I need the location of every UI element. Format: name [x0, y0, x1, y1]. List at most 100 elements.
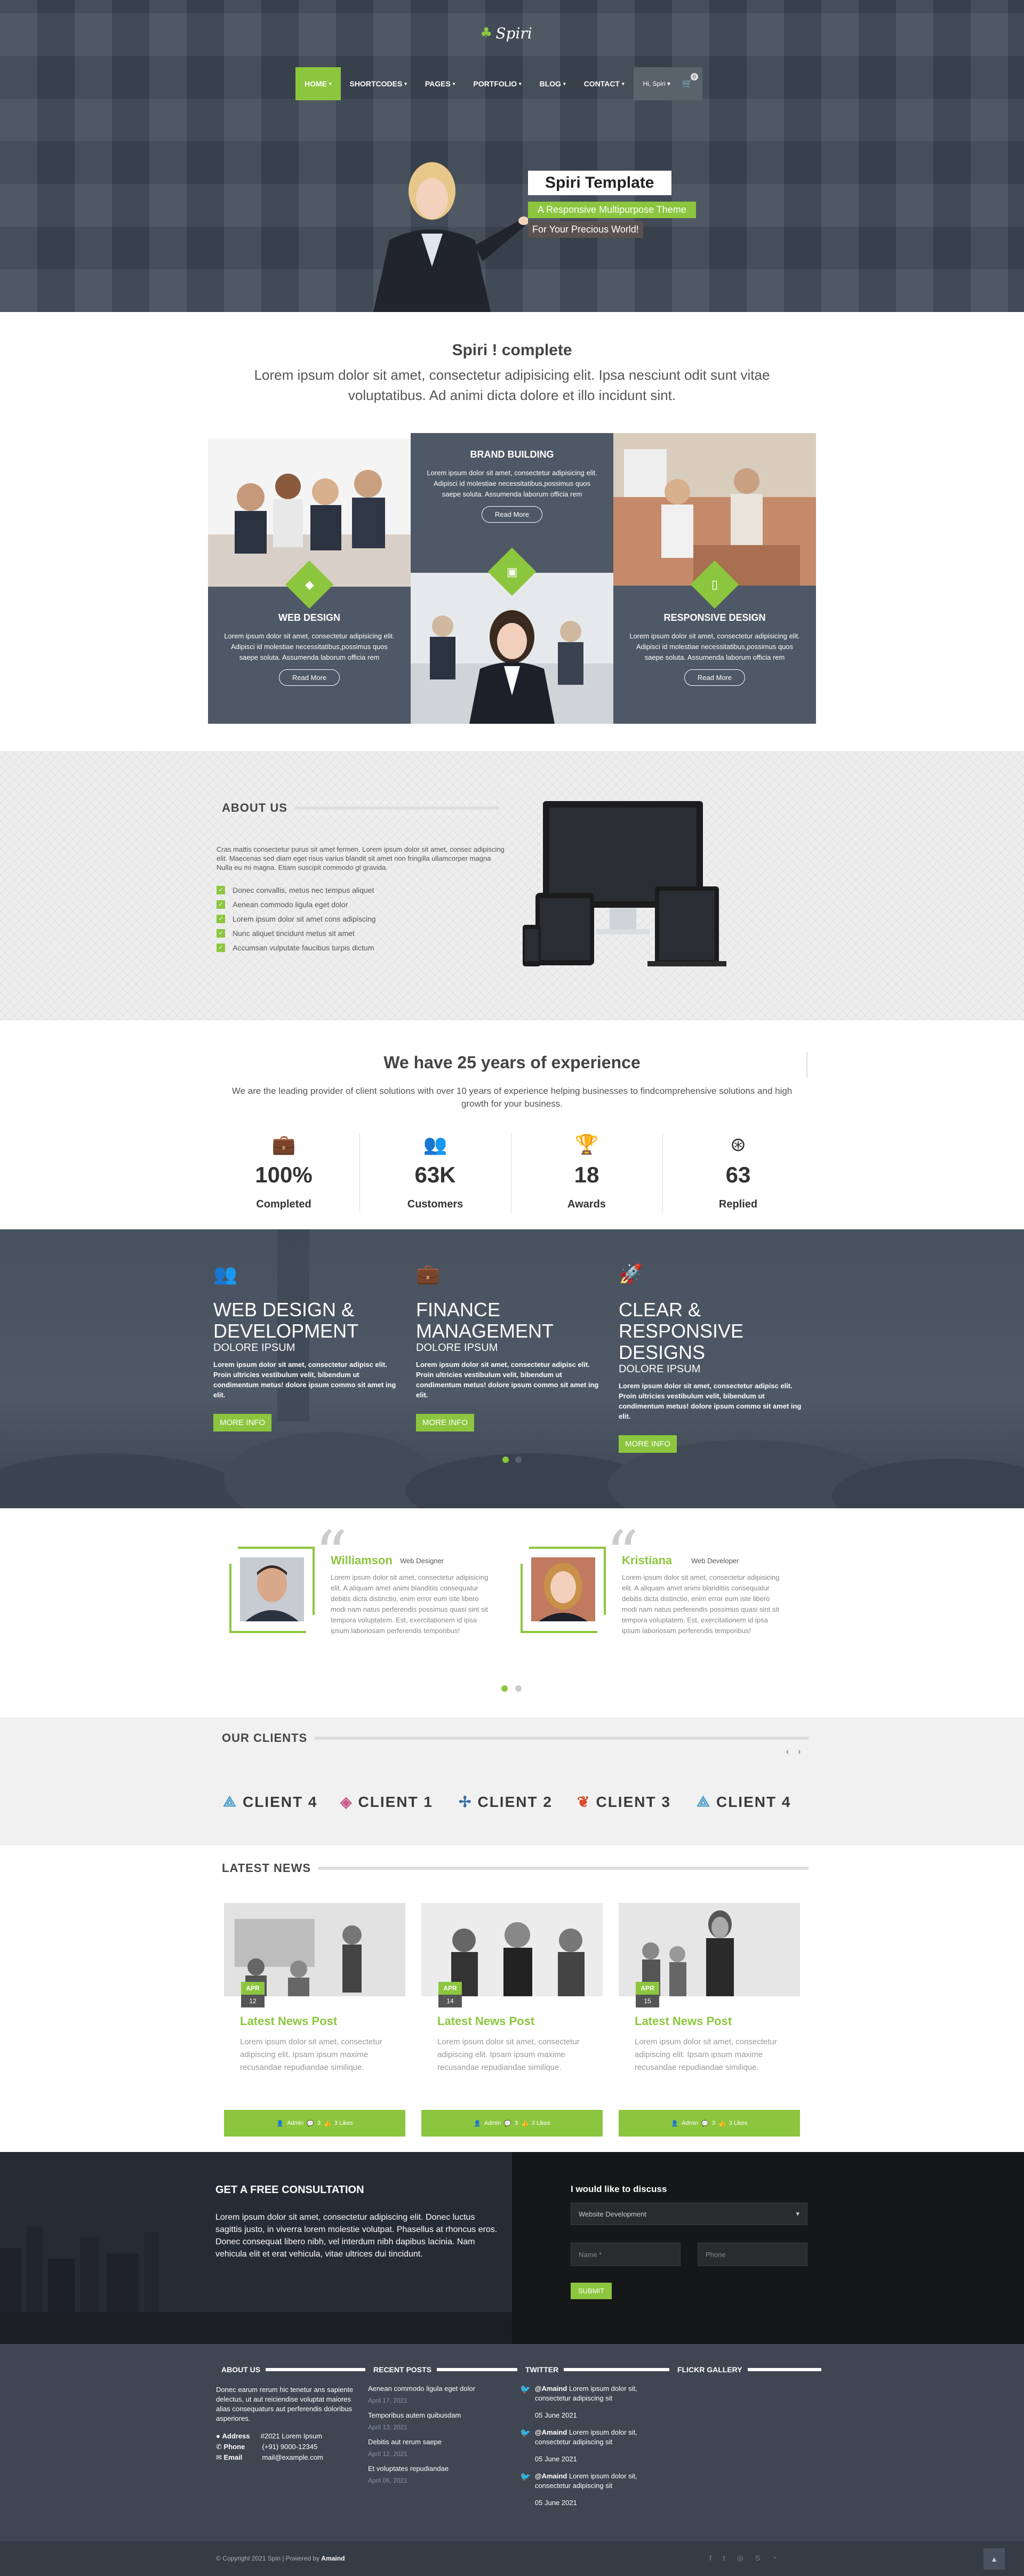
thumbs-up-icon: 👍 [718, 2120, 726, 2127]
about-section [0, 751, 1024, 1020]
news-title: Latest News [222, 1861, 809, 1875]
list-item: Aenean commodo ligula eget dolor April 17… [368, 2384, 501, 2411]
consult-title: Get a free consultation [215, 2184, 364, 2196]
news-meta-bar: 👤 Admin 💬 3 👍 3 Likes [619, 2110, 800, 2137]
list-item: ✓ Accumsan vulputate faucibus turpis dict… [217, 940, 494, 955]
intro-text: Lorem ipsum dolor sit amet, consectetur … [254, 367, 770, 403]
client-logo[interactable]: ⟁ CLIENT 4 [697, 1793, 791, 1811]
submit-button[interactable]: Submit [571, 2283, 612, 2299]
about-title: About Us [222, 801, 499, 815]
more-info-button[interactable]: More Info [416, 1414, 474, 1431]
slider-dot-active[interactable] [502, 1457, 509, 1463]
feature-responsive: 🚀 Clear & Responsive Designs Dolore ipsum… [619, 1263, 811, 1453]
news-card: APR 14 Latest News Post Lorem ipsum dolor… [421, 1903, 603, 2137]
briefcase-icon: 💼 [271, 1133, 296, 1155]
users-icon: 👥 [423, 1133, 447, 1155]
slider-dot[interactable] [515, 1457, 522, 1463]
chevron-left-icon[interactable]: ‹ [786, 1747, 789, 1757]
nav-blog[interactable]: Blog ▾ [531, 67, 575, 100]
news-post-title[interactable]: Latest News Post [437, 2014, 603, 2028]
recent-post-link[interactable]: Debitis aut rerum saepe [368, 2437, 501, 2447]
hero-tagline: For Your Precious World! [528, 221, 643, 238]
briefcase-icon: 💼 [416, 1263, 440, 1285]
more-info-button[interactable]: More Info [213, 1414, 271, 1431]
tree-icon: ♣ [480, 25, 493, 41]
recent-post-link[interactable]: Temporibus autem quibusdam [368, 2411, 501, 2420]
cart-icon[interactable]: 🛒 0 [682, 73, 698, 89]
news-post-title[interactable]: Latest News Post [240, 2014, 405, 2028]
comment-icon: 💬 [504, 2120, 511, 2127]
devices-image [523, 801, 726, 966]
about-checklist: ✓ Donec convallis, metus nec tempus aliqu… [217, 883, 494, 955]
stat-customers: 👥 63K Customers [359, 1133, 511, 1211]
name-field[interactable]: Name * [571, 2243, 681, 2266]
news-excerpt: Lorem ipsum dolor sit amet, consectetur … [437, 2037, 580, 2072]
triangle-logo-icon: ⟁ [223, 1793, 237, 1810]
user-icon: 👤 [671, 2120, 679, 2127]
users-icon: 👥 [213, 1263, 237, 1285]
slider-dot[interactable] [515, 1685, 522, 1692]
nav-contact[interactable]: Contact ▾ [575, 67, 634, 100]
skype-icon[interactable]: S [755, 2554, 760, 2563]
tweet: 🐦 @Amaind Lorem ipsum dolor sit, consecte… [520, 2428, 653, 2471]
chevron-right-icon[interactable]: › [798, 1747, 801, 1757]
footer-recent-title: Recent Posts [373, 2365, 517, 2374]
powered-by-link[interactable]: Amaind [321, 2555, 345, 2562]
comment-icon: 💬 [307, 2120, 314, 2127]
testimonial-card: “ Kristiana Web Developer Lorem ipsum do… [521, 1523, 780, 1657]
avatar [238, 1555, 306, 1623]
footer-twitter-title: Twitter [525, 2365, 669, 2374]
thumbs-up-icon: 👍 [521, 2120, 529, 2127]
discuss-select[interactable]: Website Development ▾ [571, 2203, 807, 2225]
nav-shortcodes[interactable]: Shortcodes ▾ [341, 67, 416, 100]
recent-post-link[interactable]: Et voluptates repudiandae [368, 2464, 501, 2474]
divider [806, 1052, 807, 1077]
list-item: Temporibus autem quibusdam April 13, 2021 [368, 2411, 501, 2437]
facebook-icon[interactable]: f [709, 2554, 711, 2563]
read-more-button[interactable]: Read More [481, 506, 543, 523]
footer-contact: ● Address #2021 Lorem Ipsum ✆ Phone (+91) … [216, 2432, 323, 2461]
tweet: 🐦 @Amaind Lorem ipsum dolor sit, consecte… [520, 2384, 653, 2428]
list-item: ✓ Aenean commodo ligula eget dolor [217, 897, 494, 911]
check-icon: ✓ [217, 914, 225, 923]
list-item: ✓ Lorem ipsum dolor sit amet cons adipisc… [217, 911, 494, 926]
star-logo-icon: ✢ [459, 1794, 473, 1810]
news-excerpt: Lorem ipsum dolor sit amet, consectetur … [635, 2037, 777, 2072]
logo[interactable]: ♣ Spiri [480, 21, 544, 45]
read-more-button[interactable]: Read More [278, 669, 340, 686]
nav-portfolio[interactable]: Portfolio ▾ [464, 67, 530, 100]
nav-home[interactable]: Home ▾ [295, 67, 341, 100]
cube-logo-icon: ◈ [340, 1794, 353, 1810]
triangle-logo-icon: ⟁ [697, 1793, 711, 1810]
back-to-top-icon[interactable]: ▲ [983, 2548, 1005, 2570]
client-logo[interactable]: ✢ CLIENT 2 [459, 1793, 553, 1811]
comment-icon: 💬 [701, 2120, 709, 2127]
more-info-button[interactable]: More Info [619, 1435, 677, 1453]
email-link[interactable]: mail@example.com [262, 2453, 323, 2461]
list-item: ✓ Nunc aliquet tincidunt metus sit amet [217, 926, 494, 940]
client-logo[interactable]: ◈ CLIENT 1 [340, 1793, 433, 1811]
hero-title: Spiri Template [528, 171, 671, 195]
user-icon: 👤 [276, 2120, 284, 2127]
experience-title: We have 25 years of experience [383, 1053, 641, 1072]
user-icon: 👤 [474, 2120, 482, 2127]
client-logo[interactable]: ⟁ CLIENT 4 [223, 1793, 317, 1811]
dribbble-icon[interactable]: ◎ [737, 2554, 743, 2563]
tweet: 🐦 @Amaind Lorem ipsum dolor sit, consecte… [520, 2471, 653, 2515]
feature-finance: 💼 Finance Management Dolore ipsum Lorem i… [416, 1263, 608, 1431]
recent-post-link[interactable]: Aenean commodo ligula eget dolor [368, 2384, 501, 2394]
news-post-title[interactable]: Latest News Post [635, 2014, 800, 2028]
avatar [529, 1555, 597, 1623]
thumbs-up-icon: 👍 [324, 2120, 331, 2127]
client-logo[interactable]: ❦ CLIENT 3 [577, 1793, 671, 1811]
intro-title: Spiri ! complete [452, 341, 572, 359]
slider-dot-active[interactable] [501, 1685, 508, 1692]
user-menu[interactable]: Hi, Spiri ▾ [643, 80, 670, 87]
nav-pages[interactable]: Pages ▾ [416, 67, 465, 100]
feature-web-design: 👥 Web Design & Development Dolore ipsum L… [213, 1263, 405, 1431]
phone-field[interactable]: Phone [698, 2243, 807, 2266]
nav-user-area: Hi, Spiri ▾ 🛒 0 [633, 67, 702, 100]
read-more-button[interactable]: Read More [684, 669, 746, 686]
twitter-icon[interactable]: t [723, 2554, 725, 2563]
rss-icon[interactable]: ◔ [772, 2554, 776, 2563]
